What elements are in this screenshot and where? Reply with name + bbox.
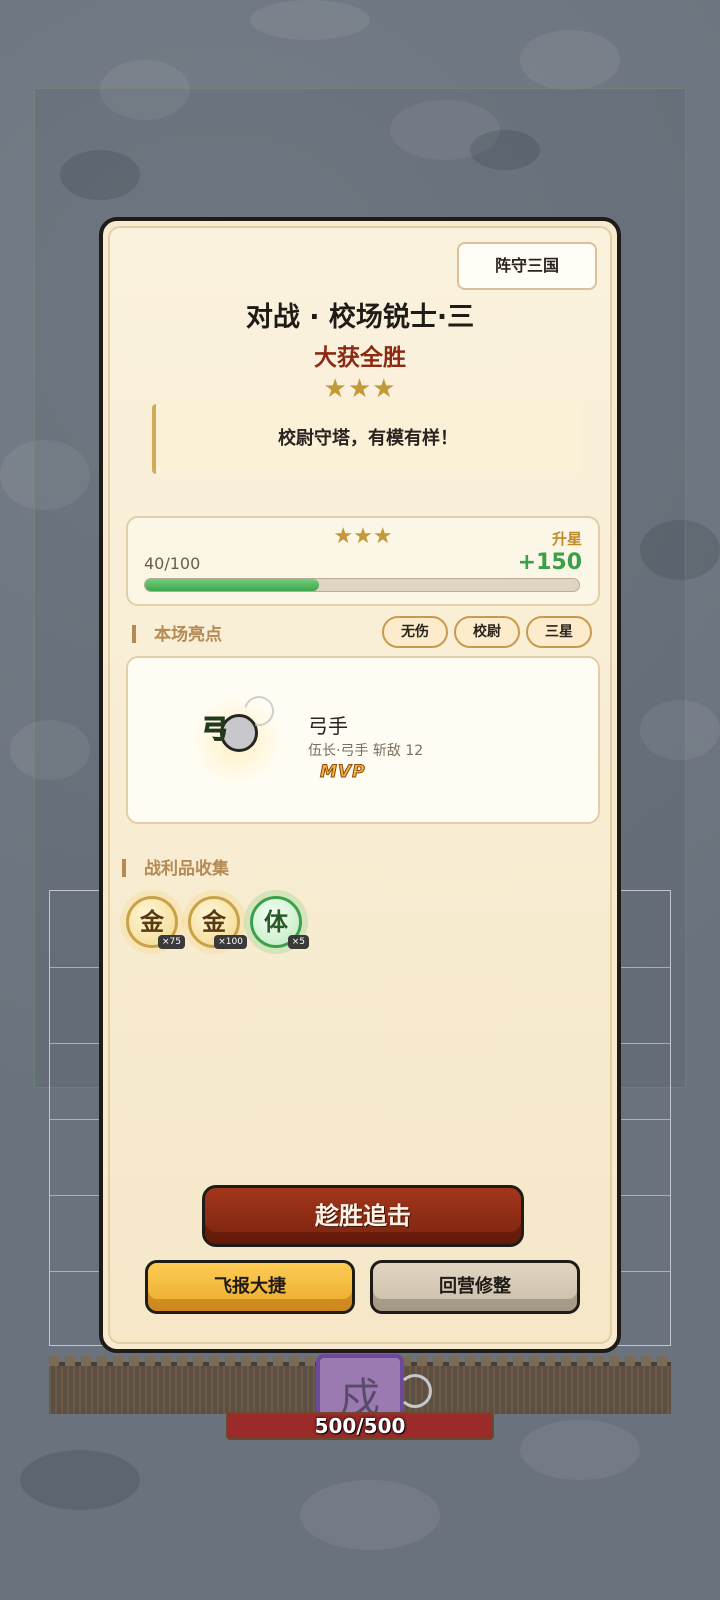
- progress-stars: ★★★: [333, 524, 393, 549]
- mvp-unit-detail: 伍长·弓手 斩敌 12: [308, 743, 424, 759]
- progress-bar-fill: [145, 579, 319, 591]
- report-victory-button[interactable]: 飞报大捷: [145, 1260, 355, 1314]
- gold-coin-icon[interactable]: 金 ×100: [188, 896, 247, 949]
- mvp-card: 弓 弓手 伍长·弓手 斩敌 12 MVP: [126, 656, 600, 824]
- fort-hp-bar: 500/500: [226, 1412, 494, 1440]
- highlight-tags: 无伤 校尉 三星: [382, 616, 592, 648]
- star-up-label: 升星: [551, 530, 582, 548]
- star-progress-card: ★★★ 升星 40/100 +150: [126, 516, 600, 606]
- highlights-heading: 本场亮点: [132, 620, 222, 645]
- result-quote: 校尉守塔，有模有样！: [152, 404, 580, 474]
- progress-bar: [144, 578, 580, 592]
- bow-icon: [398, 1374, 432, 1408]
- pursue-victory-button[interactable]: 趁胜追击: [202, 1185, 524, 1247]
- battle-result-text: 大获全胜: [314, 345, 406, 371]
- mvp-badge: MVP: [320, 762, 366, 783]
- loot-list: 金 ×75 金 ×100 体 ×5: [126, 896, 309, 949]
- result-stars: ★★★: [323, 374, 397, 404]
- loot-quantity: ×75: [158, 935, 185, 949]
- tag-captain: 校尉: [454, 616, 520, 648]
- battle-title: 对战 · 校场锐士·三: [245, 302, 475, 333]
- return-camp-button[interactable]: 回营修整: [370, 1260, 580, 1314]
- tag-three-stars: 三星: [526, 616, 592, 648]
- tag-no-damage: 无伤: [382, 616, 448, 648]
- game-mode-tag: 阵守三国: [457, 242, 597, 290]
- loot-quantity: ×5: [287, 935, 309, 949]
- stamina-icon[interactable]: 体 ×5: [250, 896, 309, 949]
- loot-heading: 战利品收集: [122, 854, 229, 879]
- progress-count: 40/100: [144, 554, 201, 573]
- battle-result-dialog: 阵守三国 对战 · 校场锐士·三 大获全胜 ★★★ 校尉守塔，有模有样！ ★★★…: [99, 217, 621, 1353]
- mvp-unit-name: 弓手: [308, 714, 348, 738]
- archer-unit-icon: 弓: [192, 690, 282, 786]
- progress-gain: +150: [517, 550, 582, 575]
- gold-coin-icon[interactable]: 金 ×75: [126, 896, 185, 949]
- loot-quantity: ×100: [214, 935, 247, 949]
